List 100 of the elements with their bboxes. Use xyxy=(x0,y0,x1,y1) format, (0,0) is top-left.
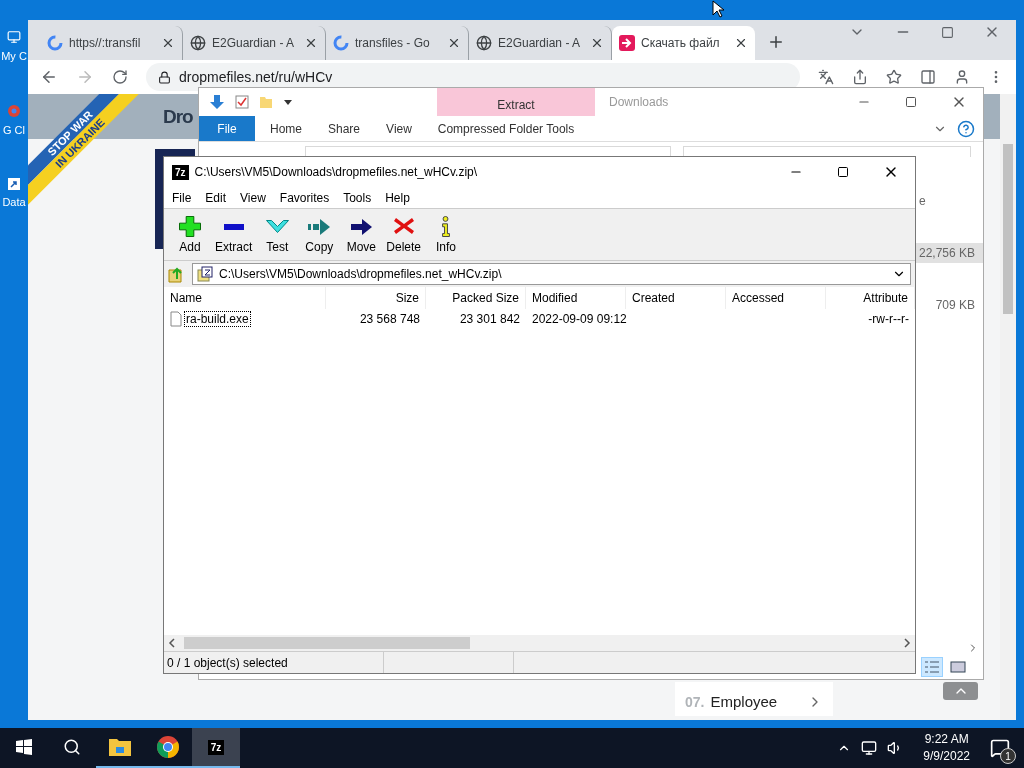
shortcut-icon xyxy=(8,178,20,190)
status-text: 0 / 1 object(s) selected xyxy=(164,652,384,673)
horizontal-scrollbar[interactable] xyxy=(164,635,915,651)
context-tab-header: Extract xyxy=(437,88,595,116)
toolbar-button[interactable]: Test xyxy=(257,215,298,254)
menu-item[interactable]: Tools xyxy=(343,190,372,205)
download-arrow-icon[interactable] xyxy=(209,94,225,110)
ribbon-tab[interactable]: Compressed Folder Tools xyxy=(427,116,585,141)
folder-icon xyxy=(108,737,132,757)
column-header[interactable]: Name xyxy=(164,287,326,309)
desktop-icon-label: G Cl xyxy=(2,123,26,138)
info-icon xyxy=(442,216,451,237)
caret-icon[interactable] xyxy=(283,97,293,107)
close-icon[interactable] xyxy=(590,36,604,50)
arrow-icon xyxy=(308,218,331,235)
scroll-right-icon[interactable] xyxy=(903,638,911,648)
toolbar-button[interactable]: Move xyxy=(341,215,382,254)
ribbon-tab[interactable]: Share xyxy=(317,116,371,141)
download-icon xyxy=(619,35,635,51)
file-size: 709 KB xyxy=(934,297,976,314)
menu-item[interactable]: Help xyxy=(385,190,410,205)
column-header[interactable]: Accessed xyxy=(726,287,826,309)
taskbar-app[interactable]: 7z xyxy=(192,728,240,768)
chrome-icon xyxy=(7,104,21,118)
table-cell-text: -rw-r--r- xyxy=(867,311,910,328)
site-logo: Dro xyxy=(163,105,193,128)
computer-icon xyxy=(7,30,21,44)
chrome-icon xyxy=(156,735,180,759)
clock-time[interactable]: 9:22 AM xyxy=(924,731,969,748)
lock-icon xyxy=(158,70,171,84)
column-header[interactable]: Attribute xyxy=(826,287,915,309)
share-icon[interactable] xyxy=(852,69,868,85)
cursor-icon xyxy=(712,0,724,18)
list-card[interactable]: 07. Employee xyxy=(675,682,833,716)
file-icon xyxy=(170,311,182,327)
search-icon xyxy=(63,738,81,756)
close-icon[interactable] xyxy=(161,36,175,50)
network-icon[interactable] xyxy=(861,740,878,756)
path-field[interactable]: C:\Users\VM5\Downloads\dropmefiles.net_wHCv.zip\ xyxy=(192,263,911,285)
browser-tab[interactable]: transfiles - Go xyxy=(326,26,469,60)
maximize-icon[interactable] xyxy=(837,166,849,178)
translate-icon[interactable] xyxy=(818,69,834,85)
card-number: 07. xyxy=(685,694,705,710)
menu-item[interactable]: Edit xyxy=(205,190,227,205)
window-title: C:\Users\VM5\Downloads\dropmefiles.net_wHCv.zip\ xyxy=(194,165,479,179)
column-header[interactable]: Modified xyxy=(526,287,626,309)
side-panel-icon[interactable] xyxy=(920,69,936,85)
menu-item[interactable]: Favorites xyxy=(279,190,330,205)
notification-badge: 1 xyxy=(1000,748,1016,764)
menu-item[interactable]: File xyxy=(172,190,192,205)
archive-icon xyxy=(197,266,213,282)
toolbar-button[interactable]: Info xyxy=(426,215,467,254)
close-icon[interactable] xyxy=(447,36,461,50)
ribbon-tab[interactable]: Home xyxy=(255,116,317,141)
properties-icon[interactable] xyxy=(235,95,249,109)
reload-icon[interactable] xyxy=(112,69,128,85)
new-tab-icon[interactable] xyxy=(767,33,785,51)
toolbar-button[interactable]: Add xyxy=(170,215,210,254)
close-icon[interactable] xyxy=(304,36,318,50)
column-header[interactable]: e xyxy=(919,191,926,211)
file-name[interactable]: ra-build.exe xyxy=(184,311,251,327)
table-cell-text: 23 568 748 xyxy=(358,311,421,328)
plus-icon xyxy=(179,216,201,237)
star-icon[interactable] xyxy=(886,69,902,85)
ribbon-tab[interactable]: File xyxy=(199,116,255,141)
maximize-icon[interactable] xyxy=(905,96,917,108)
card-label: Employee xyxy=(710,693,779,710)
windows-logo-icon xyxy=(16,739,32,755)
globe-icon xyxy=(476,35,492,51)
column-header[interactable]: Size xyxy=(326,287,426,309)
clock-date[interactable]: 9/9/2022 xyxy=(923,748,970,765)
table-cell-text: 2022-09-09 09:12 xyxy=(531,311,626,328)
profile-icon[interactable] xyxy=(954,69,970,85)
arrow-icon xyxy=(350,218,372,235)
help-icon[interactable] xyxy=(957,119,975,138)
close-icon[interactable] xyxy=(734,36,748,50)
minus-icon xyxy=(223,223,244,230)
chevron-icon xyxy=(265,220,289,233)
app-logo: 7z xyxy=(172,164,189,180)
column-header[interactable]: Packed Size xyxy=(426,287,526,309)
back-icon[interactable] xyxy=(40,68,58,86)
file-size: 22,756 KB xyxy=(913,243,983,263)
scrollbar[interactable] xyxy=(1000,94,1016,720)
desktop-icon-label: My C xyxy=(0,49,28,64)
window-title: Downloads xyxy=(608,95,670,109)
toolbar-button[interactable]: Copy xyxy=(299,215,340,254)
browser-tab[interactable]: Скачать файл xyxy=(612,26,755,60)
desktop-icon-label: Data xyxy=(1,195,27,210)
scroll-left-icon[interactable] xyxy=(168,638,176,648)
toolbar-button[interactable]: Delete xyxy=(383,215,425,254)
browser-tab[interactable]: E2Guardian - A xyxy=(183,26,326,60)
browser-tab[interactable]: https//:transfil xyxy=(40,26,183,60)
app-logo: 7z xyxy=(207,739,225,755)
globe-icon xyxy=(190,35,206,51)
ribbon-tab[interactable]: View xyxy=(371,116,427,141)
close-icon xyxy=(393,217,414,236)
toolbar-button[interactable]: Extract xyxy=(212,215,256,254)
menu-item[interactable]: View xyxy=(240,190,266,205)
table-cell-text: 23 301 842 xyxy=(458,311,521,328)
column-header[interactable]: Created xyxy=(626,287,726,309)
